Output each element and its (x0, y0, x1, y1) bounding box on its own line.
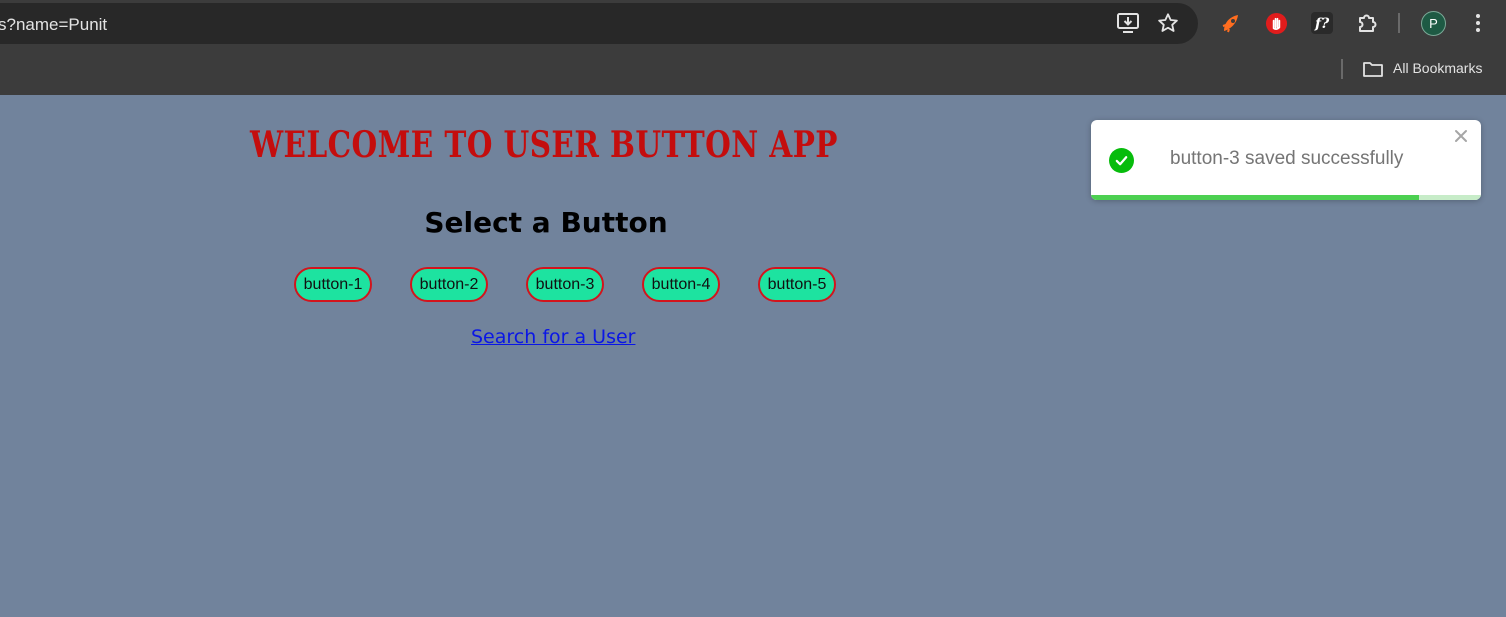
toast-message: button-3 saved successfully (1170, 148, 1404, 169)
button-4[interactable]: button-4 (642, 267, 720, 302)
toast-progress-track (1091, 195, 1481, 200)
all-bookmarks-link[interactable]: All Bookmarks (1393, 60, 1482, 76)
svg-text:f?: f? (1314, 16, 1330, 32)
adblock-hand-icon[interactable] (1265, 12, 1288, 35)
puzzle-extensions-icon[interactable] (1355, 11, 1379, 35)
bookmarks-bar (0, 47, 1506, 95)
close-icon[interactable] (1453, 128, 1469, 144)
select-button-heading: Select a Button (424, 206, 668, 239)
url-text[interactable]: s?name=Punit (0, 15, 107, 35)
avatar-initial: P (1429, 16, 1438, 31)
folder-icon[interactable] (1362, 59, 1384, 79)
success-toast[interactable]: button-3 saved successfully (1091, 120, 1481, 200)
install-app-icon[interactable] (1116, 12, 1140, 34)
bookmarks-divider (1341, 59, 1343, 79)
button-2[interactable]: button-2 (410, 267, 488, 302)
toast-progress-bar (1091, 195, 1419, 200)
check-circle-icon (1109, 148, 1134, 173)
star-icon[interactable] (1157, 12, 1179, 34)
button-1[interactable]: button-1 (294, 267, 372, 302)
address-bar[interactable]: s?name=Punit (0, 3, 1198, 44)
button-3[interactable]: button-3 (526, 267, 604, 302)
toolbar-divider (1398, 13, 1400, 33)
font-detect-icon[interactable]: f? (1310, 11, 1334, 35)
button-5[interactable]: button-5 (758, 267, 836, 302)
extension-rocket-icon[interactable] (1220, 11, 1244, 35)
kebab-menu-icon[interactable] (1468, 11, 1488, 35)
page-title: WELCOME TO USER BUTTON APP (250, 124, 838, 166)
search-user-link[interactable]: Search for a User (471, 326, 635, 348)
avatar[interactable]: P (1421, 11, 1446, 36)
